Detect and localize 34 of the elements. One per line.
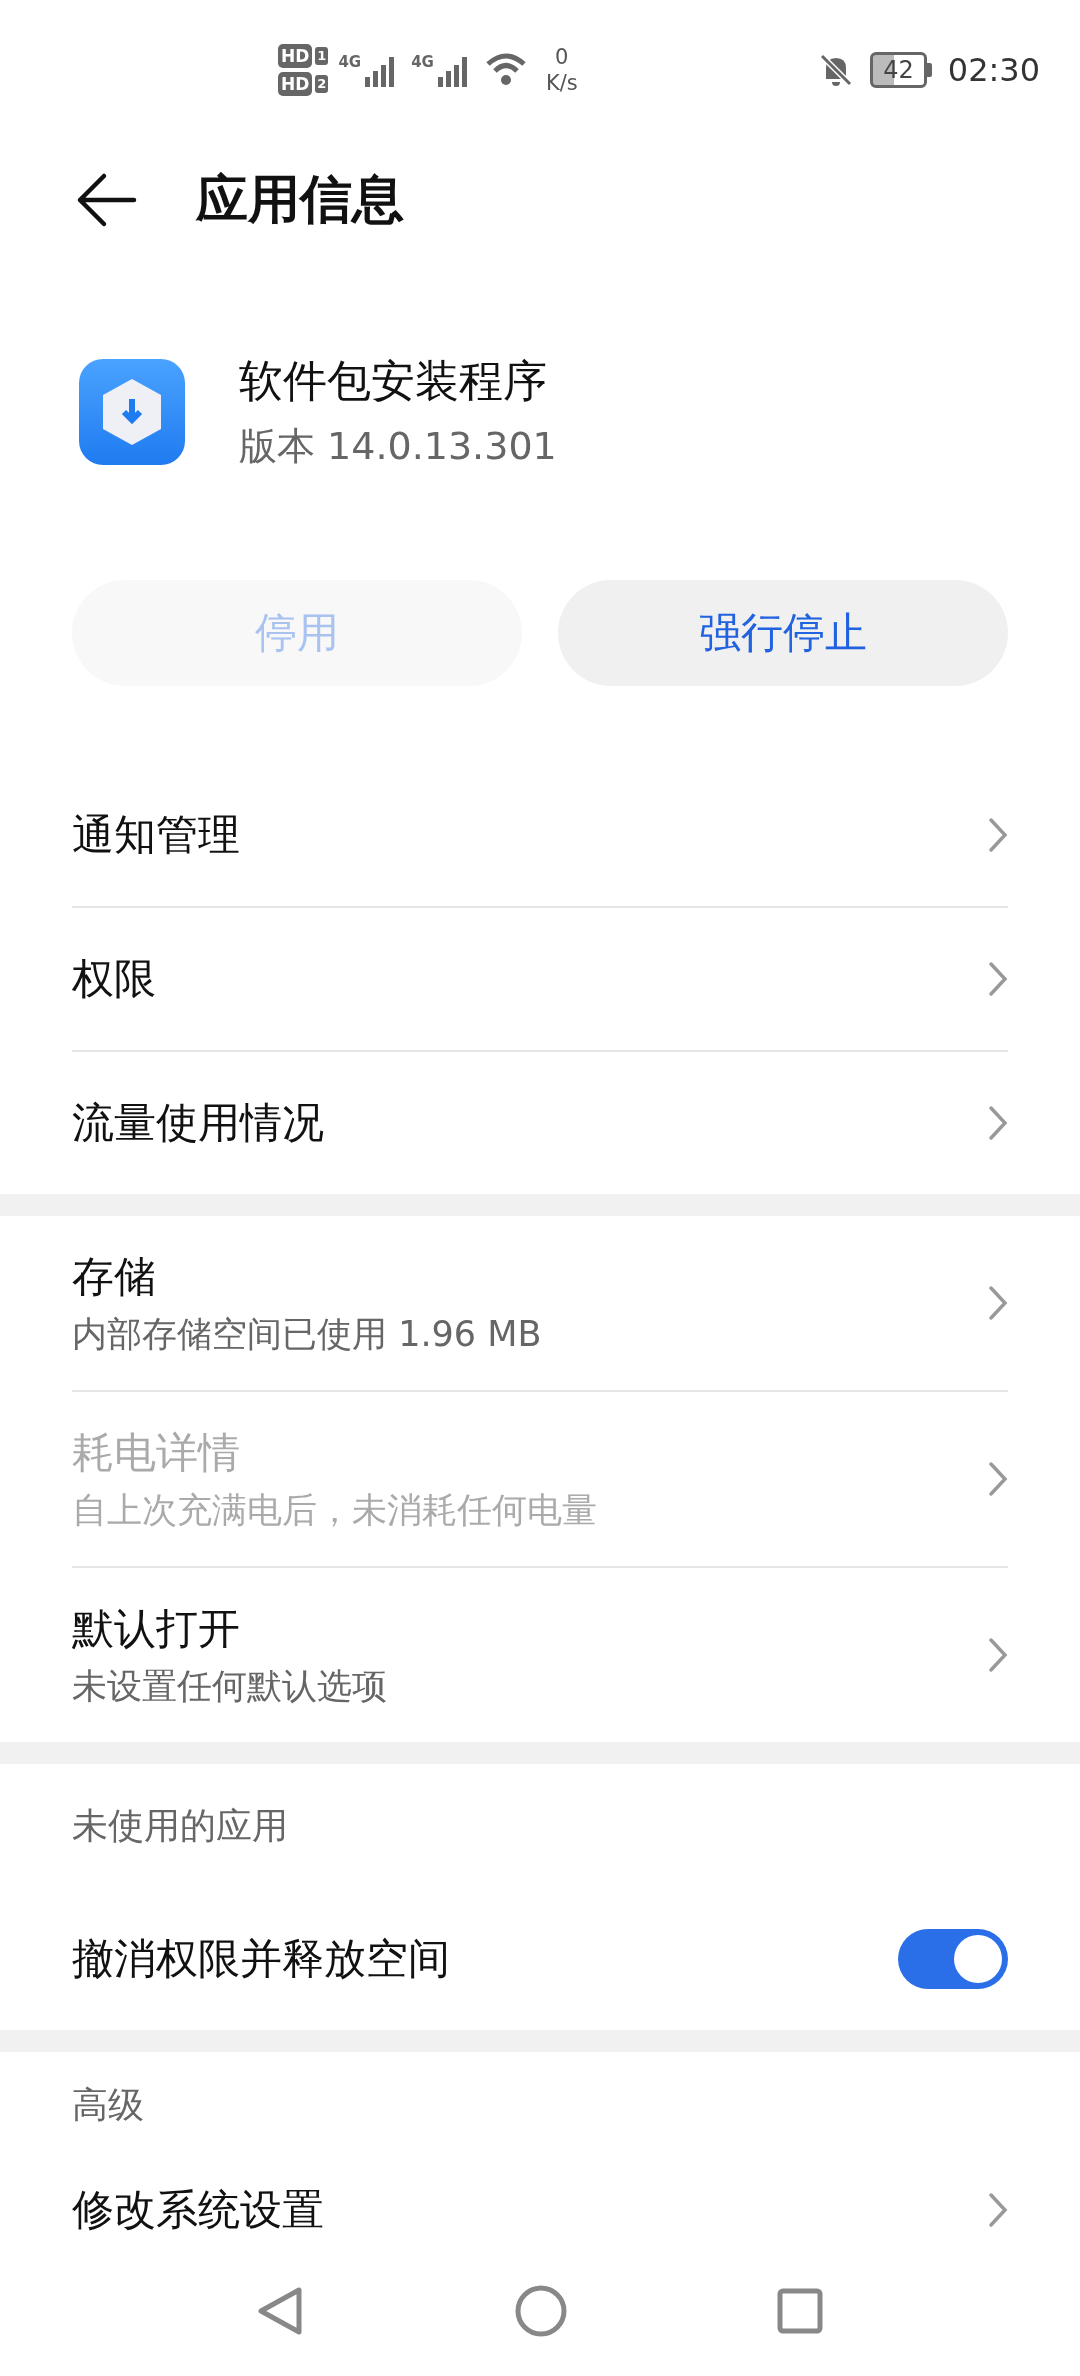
- section-header: 未使用的应用: [71, 1803, 289, 1848]
- action-button[interactable]: 强行停止: [558, 580, 1008, 686]
- sim-slot: 2: [315, 75, 329, 93]
- app-version: 版本 14.0.13.301: [239, 423, 557, 470]
- chevron-icon: [988, 1105, 1008, 1141]
- chevron-icon: [988, 2192, 1008, 2228]
- chevron-icon: [988, 1461, 1008, 1497]
- recents-icon[interactable]: [777, 2288, 823, 2334]
- settings-item[interactable]: 修改系统设置: [0, 2158, 1080, 2246]
- network-type: 4G: [411, 53, 434, 71]
- toggle-switch[interactable]: [898, 1929, 1008, 1989]
- setting-label: 撤消权限并释放空间: [72, 1933, 450, 1985]
- settings-item[interactable]: 流量使用情况: [0, 1052, 1080, 1194]
- speed-unit: K/s: [545, 70, 578, 96]
- settings-item[interactable]: 默认打开 未设置任何默认选项: [0, 1568, 1080, 1742]
- page-title: 应用信息: [196, 168, 404, 231]
- chevron-icon: [988, 1285, 1008, 1321]
- chevron-icon: [988, 817, 1008, 853]
- app-icon: [79, 359, 185, 465]
- section-header: 高级: [71, 2082, 145, 2127]
- settings-item[interactable]: 存储 内部存储空间已使用 1.96 MB: [0, 1216, 1080, 1390]
- app-name: 软件包安装程序: [239, 354, 548, 408]
- network-type: 4G: [338, 53, 362, 71]
- speed-value: 0: [555, 44, 569, 70]
- settings-item[interactable]: 权限: [0, 908, 1080, 1050]
- chevron-icon: [988, 1637, 1008, 1673]
- clock: 02:30: [947, 51, 1040, 89]
- hd-label: HD: [278, 44, 313, 68]
- hd-label: HD: [278, 72, 313, 96]
- back-nav-icon[interactable]: [257, 2286, 305, 2336]
- home-icon[interactable]: [515, 2285, 567, 2337]
- settings-item[interactable]: 通知管理: [0, 764, 1080, 906]
- chevron-icon: [988, 961, 1008, 997]
- sim-slot: 1: [315, 47, 329, 65]
